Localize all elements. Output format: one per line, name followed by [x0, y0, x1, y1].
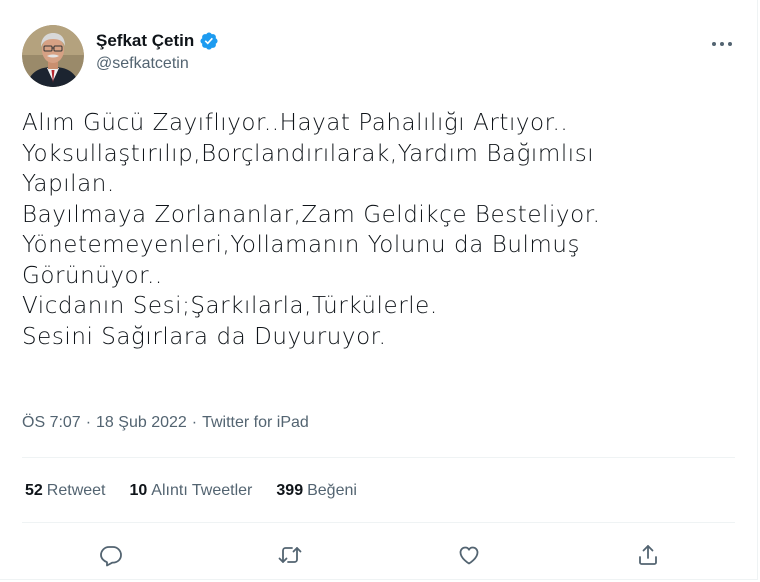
tweet-line: Görünüyor.. [22, 262, 163, 289]
tweet-actions [0, 538, 758, 572]
share-icon [639, 545, 657, 565]
tweet-header: Şefkat Çetin @sefkatcetin [22, 25, 219, 87]
retweet-button[interactable] [275, 540, 305, 570]
tweet-line: Alım Gücü Zayıflıyor..Hayat Pahalılığı A… [22, 110, 569, 136]
retweet-icon [278, 547, 302, 563]
tweet-line: Yönetemeyenleri,Yollamanın Yolunu da Bul… [22, 232, 580, 258]
like-count[interactable]: 399 Beğeni [276, 482, 357, 500]
profile-photo-icon [22, 25, 84, 87]
quote-count-number: 10 [129, 482, 148, 499]
tweet-stats: 52 Retweet 10 Alıntı Tweetler 399 Beğeni [25, 482, 357, 500]
reply-icon [100, 546, 122, 567]
reply-button[interactable] [96, 540, 126, 570]
retweet-count-label: Retweet [46, 482, 106, 499]
verified-badge-icon [199, 31, 219, 51]
quote-count[interactable]: 10 Alıntı Tweetler [130, 482, 253, 500]
quote-count-label: Alıntı Tweetler [151, 482, 253, 499]
tweet-card: Şefkat Çetin @sefkatcetin Alım Gücü Zayı… [0, 0, 758, 580]
divider [22, 522, 735, 523]
tweet-source[interactable]: Twitter for iPad [202, 414, 309, 432]
tweet-line: Vicdanın Sesi;Şarkılarla,Türkülerle. [22, 293, 438, 319]
more-options-button[interactable] [709, 34, 735, 54]
name-row: Şefkat Çetin [96, 31, 219, 51]
tweet-date[interactable]: 18 Şub 2022 [96, 414, 187, 432]
like-icon [459, 546, 479, 565]
user-handle[interactable]: @sefkatcetin [96, 55, 219, 73]
like-count-label: Beğeni [307, 482, 357, 499]
retweet-count[interactable]: 52 Retweet [25, 482, 106, 500]
user-names: Şefkat Çetin @sefkatcetin [96, 31, 219, 73]
tweet-line: Yapılan. [22, 171, 115, 197]
tweet-time[interactable]: ÖS 7:07 [22, 414, 81, 432]
share-button[interactable] [633, 540, 663, 570]
tweet-text: Alım Gücü Zayıflıyor..Hayat Pahalılığı A… [22, 108, 742, 352]
like-button[interactable] [454, 540, 484, 570]
tweet-line: Yoksullaştırılıp,Borçlandırılarak,Yardım… [22, 140, 595, 167]
tweet-meta: ÖS 7:07 · 18 Şub 2022 · Twitter for iPad [22, 414, 309, 432]
display-name[interactable]: Şefkat Çetin [96, 31, 194, 51]
like-count-number: 399 [276, 482, 304, 499]
meta-separator: · [191, 414, 198, 431]
retweet-count-number: 52 [25, 482, 43, 499]
tweet-line: Sesini Sağırlara da Duyuruyor. [22, 323, 387, 350]
divider [22, 457, 735, 458]
ellipsis-icon [712, 42, 732, 46]
meta-separator: · [85, 414, 92, 431]
tweet-line: Bayılmaya Zorlananlar,Zam Geldikçe Beste… [22, 201, 601, 228]
avatar[interactable] [22, 25, 84, 87]
